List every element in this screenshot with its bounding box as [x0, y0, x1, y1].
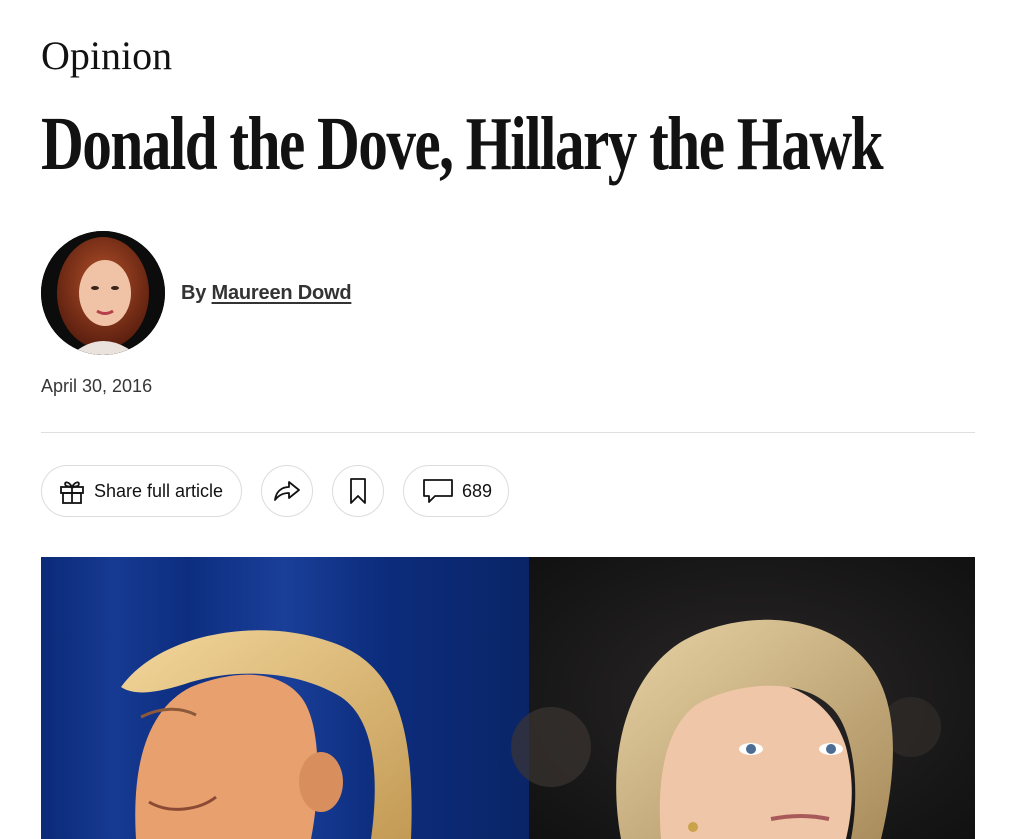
- publish-date: April 30, 2016: [41, 376, 153, 396]
- share-full-article-label: Share full article: [94, 480, 224, 501]
- byline-prefix: By: [181, 281, 207, 304]
- author-avatar[interactable]: [41, 231, 165, 355]
- share-arrow-icon: [273, 479, 301, 503]
- byline: By Maureen Dowd: [181, 281, 352, 305]
- article-headline: Donald the Dove, Hillary the Hawk: [41, 102, 884, 186]
- author-link[interactable]: Maureen Dowd: [212, 282, 352, 304]
- lead-photo: [41, 557, 975, 839]
- comments-button[interactable]: 689: [403, 465, 509, 517]
- article-toolbar: Share full article 689: [41, 465, 509, 517]
- share-button[interactable]: [261, 465, 313, 517]
- comment-icon: [422, 477, 454, 505]
- share-full-article-button[interactable]: Share full article: [41, 465, 242, 517]
- save-bookmark-button[interactable]: [332, 465, 384, 517]
- comment-count: 689: [462, 480, 493, 501]
- divider: [41, 432, 975, 433]
- byline-block: By Maureen Dowd: [41, 231, 352, 355]
- gift-icon: [58, 477, 86, 505]
- section-label-opinion[interactable]: Opinion: [41, 34, 172, 78]
- bookmark-icon: [348, 477, 368, 505]
